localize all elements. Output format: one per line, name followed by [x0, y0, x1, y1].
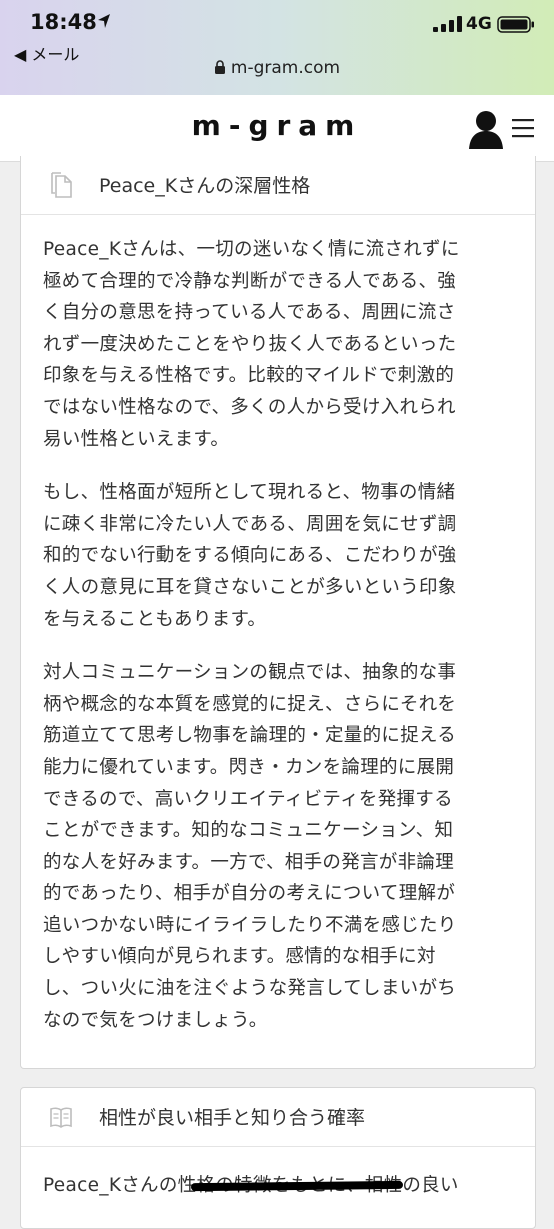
- section-title: 相性が良い相手と知り合う確率: [99, 1107, 366, 1129]
- section-body: Peace_Kさんは、一切の迷いなく情に流されずに 極めて合理的で冷静な判断がで…: [43, 234, 519, 1058]
- open-book-icon: [50, 1107, 72, 1128]
- section-header: Peace_Kさんの深層性格: [21, 156, 535, 215]
- section-title: Peace_Kさんの深層性格: [99, 175, 311, 197]
- compatibility-section: 相性が良い相手と知り合う確率 Peace_Kさんの性格の特徴をもとに、相性の良い: [20, 1087, 536, 1229]
- status-bar: 18:48 ◀ メール 4G m-gram.com: [0, 0, 554, 95]
- network-type: 4G: [466, 14, 492, 34]
- url-text: m-gram.com: [230, 58, 341, 78]
- lock-icon: [214, 60, 225, 74]
- paragraph: Peace_Kさんは、一切の迷いなく情に流されずに 極めて合理的で冷静な判断がで…: [43, 239, 460, 450]
- personality-section: Peace_Kさんの深層性格 Peace_Kさんは、一切の迷いなく情に流されずに…: [20, 156, 536, 1069]
- section-body: Peace_Kさんの性格の特徴をもとに、相性の良い: [43, 1170, 519, 1210]
- document-copy-icon: [51, 172, 72, 198]
- section-header: 相性が良い相手と知り合う確率: [21, 1088, 535, 1147]
- paragraph: 対人コミュニケーションの観点では、抽象的な事 柄や概念的な本質を感覚的に捉え、さ…: [43, 662, 457, 1031]
- battery-icon: [497, 16, 534, 33]
- hamburger-menu-icon[interactable]: [512, 118, 534, 138]
- address-bar[interactable]: m-gram.com: [0, 58, 554, 78]
- cellular-signal-icon: [433, 16, 462, 32]
- site-header: m-gram: [0, 95, 554, 162]
- user-icon[interactable]: [468, 109, 504, 149]
- location-arrow-icon: [98, 14, 110, 28]
- paragraph: もし、性格面が短所として現れると、物事の情緒 に疎く非常に冷たい人である、周囲を…: [43, 482, 457, 630]
- status-time: 18:48: [30, 10, 97, 34]
